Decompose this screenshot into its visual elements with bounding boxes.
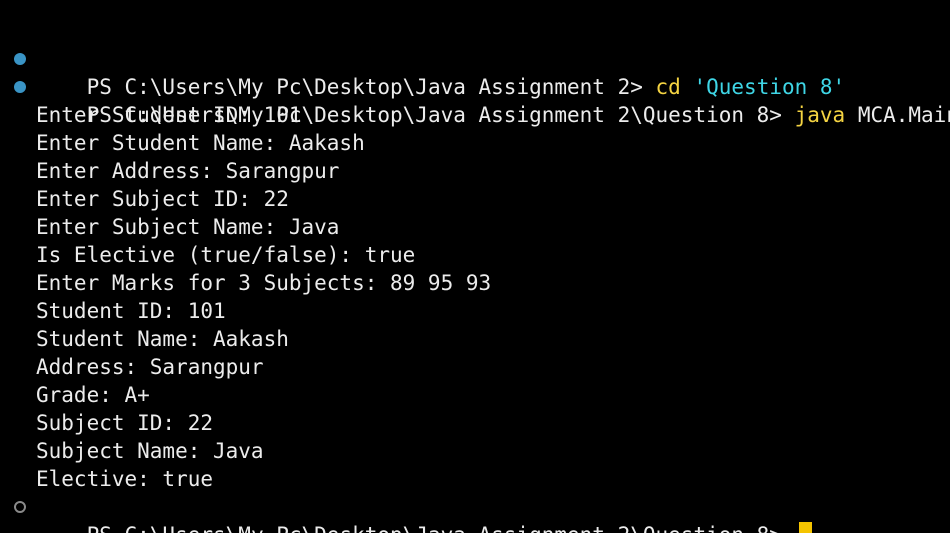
output-line: Enter Subject ID: 22 <box>36 187 289 211</box>
output-line: Enter Student Name: Aakash <box>36 131 365 155</box>
output-line: Enter Student ID: 101 <box>36 103 302 127</box>
output-line: Student Name: Aakash <box>36 327 289 351</box>
prompt-text: PS C:\Users\My Pc\Desktop\Java Assignmen… <box>87 523 795 533</box>
terminal-window[interactable]: PS C:\Users\My Pc\Desktop\Java Assignmen… <box>0 0 950 533</box>
output-line: Enter Subject Name: Java <box>36 215 340 239</box>
output-line: Is Elective (true/false): true <box>36 243 416 267</box>
command-line-java: PS C:\Users\My Pc\Desktop\Java Assignmen… <box>0 73 950 127</box>
output-line: Student ID: 101 <box>36 299 226 323</box>
text-cursor <box>798 522 812 533</box>
command-success-marker-icon[interactable] <box>14 81 26 93</box>
output-line: Subject ID: 22 <box>36 411 214 435</box>
output-line: Enter Address: Sarangpur <box>36 159 340 183</box>
output-line: Elective: true <box>36 467 214 491</box>
command-line-cd: PS C:\Users\My Pc\Desktop\Java Assignmen… <box>0 45 950 99</box>
output-line: Address: Sarangpur <box>36 355 264 379</box>
command-success-marker-icon[interactable] <box>14 53 26 65</box>
command-idle-marker-icon <box>14 501 26 513</box>
output-line: Subject Name: Java <box>36 439 264 463</box>
command-line-current[interactable]: PS C:\Users\My Pc\Desktop\Java Assignmen… <box>0 493 950 533</box>
output-line: Enter Marks for 3 Subjects: 89 95 93 <box>36 271 492 295</box>
output-line: Grade: A+ <box>36 383 150 407</box>
